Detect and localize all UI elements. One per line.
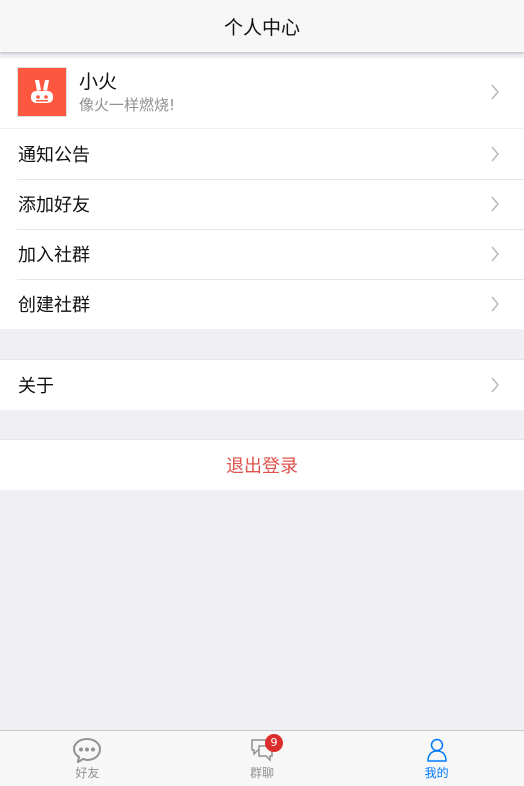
chevron-right-icon xyxy=(491,296,499,312)
chevron-right-icon xyxy=(491,246,499,262)
chevron-right-icon xyxy=(491,146,499,162)
chat-bubble-icon xyxy=(73,737,102,763)
menu-item-create-group[interactable]: 创建社群 xyxy=(0,279,524,329)
menu-item-notice[interactable]: 通知公告 xyxy=(0,129,524,179)
menu-item-label: 加入社群 xyxy=(18,245,90,266)
tab-friends[interactable]: 好友 xyxy=(0,731,175,786)
menu-item-label: 通知公告 xyxy=(18,145,90,166)
rabbit-logo-icon xyxy=(31,80,53,103)
menu-item-label: 添加好友 xyxy=(18,195,90,216)
profile-card[interactable]: 小火 像火一样燃烧! xyxy=(0,58,524,128)
menu-item-label: 创建社群 xyxy=(18,295,90,316)
avatar xyxy=(17,67,67,117)
chevron-right-icon xyxy=(491,196,499,212)
menu-item-label: 关于 xyxy=(18,376,54,397)
chevron-right-icon xyxy=(491,377,499,393)
logout-button[interactable]: 退出登录 xyxy=(0,439,524,490)
tab-label: 好友 xyxy=(75,766,100,780)
profile-name: 小火 xyxy=(79,71,118,93)
menu-list: 通知公告 添加好友 加入社群 创建社群 xyxy=(0,129,524,329)
unread-badge: 9 xyxy=(265,734,283,752)
logout-label: 退出登录 xyxy=(226,456,298,477)
page-header: 个人中心 xyxy=(0,0,524,52)
tab-mine[interactable]: 我的 xyxy=(349,731,524,786)
tab-label: 群聊 xyxy=(250,766,275,780)
tab-group-chat[interactable]: 9 群聊 xyxy=(175,731,350,786)
menu-item-add-friend[interactable]: 添加好友 xyxy=(0,179,524,229)
profile-motto: 像火一样燃烧! xyxy=(79,96,176,114)
about-section: 关于 xyxy=(0,359,524,410)
chevron-right-icon xyxy=(491,84,499,100)
tab-label: 我的 xyxy=(424,766,449,780)
menu-item-about[interactable]: 关于 xyxy=(0,360,524,410)
page-title: 个人中心 xyxy=(223,16,300,39)
person-icon xyxy=(426,738,447,762)
tab-bar: 好友 9 群聊 我的 xyxy=(0,730,524,786)
menu-item-join-group[interactable]: 加入社群 xyxy=(0,229,524,279)
